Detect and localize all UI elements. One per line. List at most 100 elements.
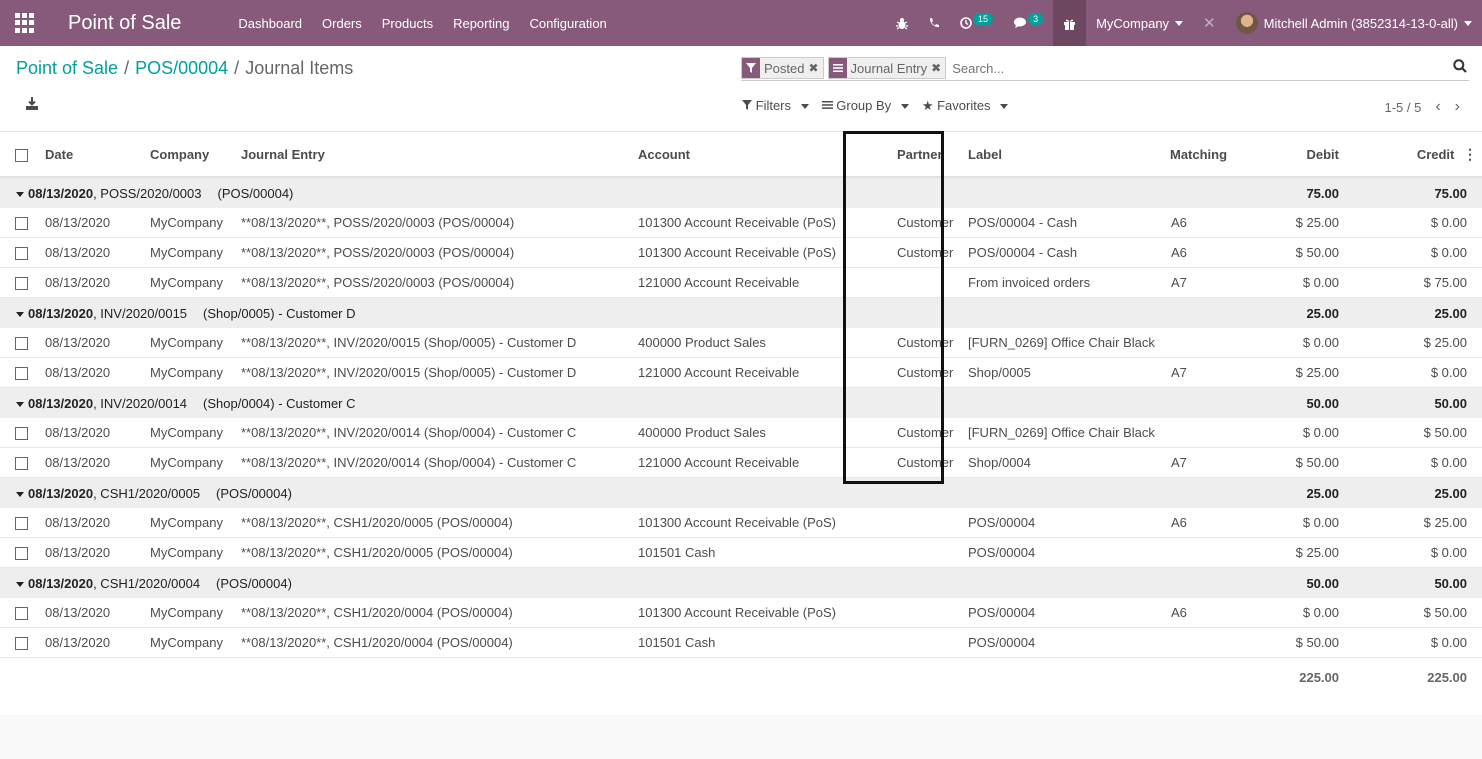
filters-dropdown[interactable]: Filters <box>742 98 809 114</box>
row-checkbox[interactable] <box>0 267 45 298</box>
cell-credit: $ 50.00 <box>1356 598 1482 628</box>
company-switcher[interactable]: MyCompany <box>1086 0 1193 46</box>
row-checkbox[interactable] <box>0 627 45 658</box>
row-checkbox[interactable] <box>0 208 45 238</box>
cell-credit: $ 0.00 <box>1356 447 1482 478</box>
table-row[interactable]: 08/13/2020 MyCompany **08/13/2020**, CSH1/… <box>0 537 1482 568</box>
table-row[interactable]: 08/13/2020 MyCompany **08/13/2020**, CSH1/… <box>0 627 1482 658</box>
table-row[interactable]: 08/13/2020 MyCompany **08/13/2020**, INV/2… <box>0 447 1482 478</box>
checkbox[interactable] <box>15 637 28 651</box>
table-row[interactable]: 08/13/2020 MyCompany **08/13/2020**, POSS/… <box>0 267 1482 298</box>
table-row[interactable]: 08/13/2020 MyCompany **08/13/2020**, INV/2… <box>0 357 1482 388</box>
column-header-partner[interactable]: Partner <box>870 132 956 178</box>
checkbox[interactable] <box>15 517 28 531</box>
checkbox[interactable] <box>15 367 28 381</box>
table-row[interactable]: 08/13/2020 MyCompany **08/13/2020**, POSS/… <box>0 208 1482 238</box>
search-facet-journal-entry[interactable]: Journal Entry ✖ <box>827 57 947 79</box>
group-row[interactable]: 08/13/2020, CSH1/2020/0004 (POS/00004) 50.… <box>0 567 1482 598</box>
checkbox[interactable] <box>15 337 28 351</box>
cell-debit: $ 25.00 <box>1275 208 1356 238</box>
gift-icon[interactable] <box>1053 0 1087 46</box>
table-row[interactable]: 08/13/2020 MyCompany **08/13/2020**, CSH1/… <box>0 508 1482 538</box>
cell-matching <box>1170 328 1275 358</box>
column-header-matching[interactable]: Matching <box>1170 132 1275 178</box>
debug-tools-icon[interactable]: ✕ <box>1193 0 1226 46</box>
group-row[interactable]: 08/13/2020, POSS/2020/0003 (POS/00004) 75.… <box>0 177 1482 208</box>
messages-icon[interactable]: 3 <box>1003 0 1053 46</box>
cell-partner <box>870 508 956 538</box>
table-row[interactable]: 08/13/2020 MyCompany **08/13/2020**, INV/2… <box>0 418 1482 448</box>
chevron-right-icon[interactable]: › <box>1455 98 1460 116</box>
cell-company: MyCompany <box>150 598 241 628</box>
breadcrumb-point-of-sale[interactable]: Point of Sale <box>16 58 118 78</box>
column-header-label[interactable]: Label <box>956 132 1170 178</box>
column-header-journal-entry[interactable]: Journal Entry <box>241 132 638 178</box>
search-facet-posted[interactable]: Posted ✖ <box>741 57 824 79</box>
cell-label: POS/00004 <box>956 537 1170 568</box>
pager-value[interactable]: 1-5 / 5 <box>1384 100 1421 115</box>
group-row[interactable]: 08/13/2020, CSH1/2020/0005 (POS/00004) 25.… <box>0 477 1482 508</box>
group-row[interactable]: 08/13/2020, INV/2020/0015 (Shop/0005) - C… <box>0 297 1482 328</box>
group-row[interactable]: 08/13/2020, INV/2020/0014 (Shop/0004) - C… <box>0 387 1482 418</box>
column-header-credit[interactable]: Credit <box>1417 147 1455 162</box>
row-checkbox[interactable] <box>0 447 45 478</box>
table-row[interactable]: 08/13/2020 MyCompany **08/13/2020**, INV/2… <box>0 328 1482 358</box>
menu-dashboard[interactable]: Dashboard <box>238 16 302 31</box>
menu-products[interactable]: Products <box>382 16 433 31</box>
favorites-dropdown[interactable]: ★ Favorites <box>922 98 1009 114</box>
bug-icon[interactable] <box>886 0 918 46</box>
cell-matching <box>1170 537 1275 568</box>
apps-menu-icon[interactable] <box>15 13 35 33</box>
optional-columns-icon[interactable]: ⋮ <box>1458 146 1482 163</box>
remove-facet-icon[interactable]: ✖ <box>808 58 822 78</box>
activity-clock-icon[interactable]: 15 <box>950 0 1003 46</box>
row-checkbox[interactable] <box>0 237 45 268</box>
group-header[interactable]: 08/13/2020, CSH1/2020/0004 (POS/00004) <box>0 567 1275 598</box>
checkbox[interactable] <box>15 427 28 441</box>
cell-matching: A6 <box>1170 598 1275 628</box>
table-row[interactable]: 08/13/2020 MyCompany **08/13/2020**, CSH1/… <box>0 598 1482 628</box>
cell-account: 101501 Cash <box>638 627 870 658</box>
select-all-checkbox[interactable] <box>0 132 45 178</box>
column-header-company[interactable]: Company <box>150 132 241 178</box>
table-row[interactable]: 08/13/2020 MyCompany **08/13/2020**, POSS/… <box>0 237 1482 268</box>
phone-icon[interactable] <box>918 0 950 46</box>
column-header-debit[interactable]: Debit <box>1275 132 1356 178</box>
column-header-date[interactable]: Date <box>45 132 150 178</box>
group-header[interactable]: 08/13/2020, CSH1/2020/0005 (POS/00004) <box>0 477 1275 508</box>
menu-configuration[interactable]: Configuration <box>529 16 606 31</box>
checkbox[interactable] <box>15 277 28 291</box>
row-checkbox[interactable] <box>0 537 45 568</box>
cell-company: MyCompany <box>150 357 241 388</box>
cell-date: 08/13/2020 <box>45 508 150 538</box>
group-header[interactable]: 08/13/2020, INV/2020/0015 (Shop/0005) - C… <box>0 297 1275 328</box>
download-icon[interactable] <box>25 97 39 113</box>
menu-orders[interactable]: Orders <box>322 16 362 31</box>
group-by-dropdown[interactable]: Group By <box>821 98 909 114</box>
checkbox[interactable] <box>15 547 28 561</box>
group-header[interactable]: 08/13/2020, INV/2020/0014 (Shop/0004) - C… <box>0 387 1275 418</box>
cell-credit: $ 0.00 <box>1356 237 1482 268</box>
chevron-down-icon <box>800 104 809 110</box>
row-checkbox[interactable] <box>0 598 45 628</box>
group-header[interactable]: 08/13/2020, POSS/2020/0003 (POS/00004) <box>0 177 1275 208</box>
row-checkbox[interactable] <box>0 357 45 388</box>
cell-label: POS/00004 - Cash <box>956 208 1170 238</box>
chevron-left-icon[interactable]: ‹ <box>1435 98 1440 116</box>
checkbox[interactable] <box>15 457 28 471</box>
cell-credit: $ 75.00 <box>1356 267 1482 298</box>
user-menu[interactable]: Mitchell Admin (3852314-13-0-all) <box>1226 0 1482 46</box>
breadcrumb-session[interactable]: POS/00004 <box>135 58 228 78</box>
row-checkbox[interactable] <box>0 418 45 448</box>
row-checkbox[interactable] <box>0 508 45 538</box>
remove-facet-icon[interactable]: ✖ <box>931 58 945 78</box>
app-name[interactable]: Point of Sale <box>68 12 181 35</box>
column-header-account[interactable]: Account <box>638 132 870 178</box>
checkbox[interactable] <box>15 607 28 621</box>
search-input[interactable] <box>950 59 1453 77</box>
checkbox[interactable] <box>15 217 28 231</box>
row-checkbox[interactable] <box>0 328 45 358</box>
search-icon[interactable] <box>1453 58 1467 78</box>
checkbox[interactable] <box>15 247 28 261</box>
menu-reporting[interactable]: Reporting <box>453 16 509 31</box>
